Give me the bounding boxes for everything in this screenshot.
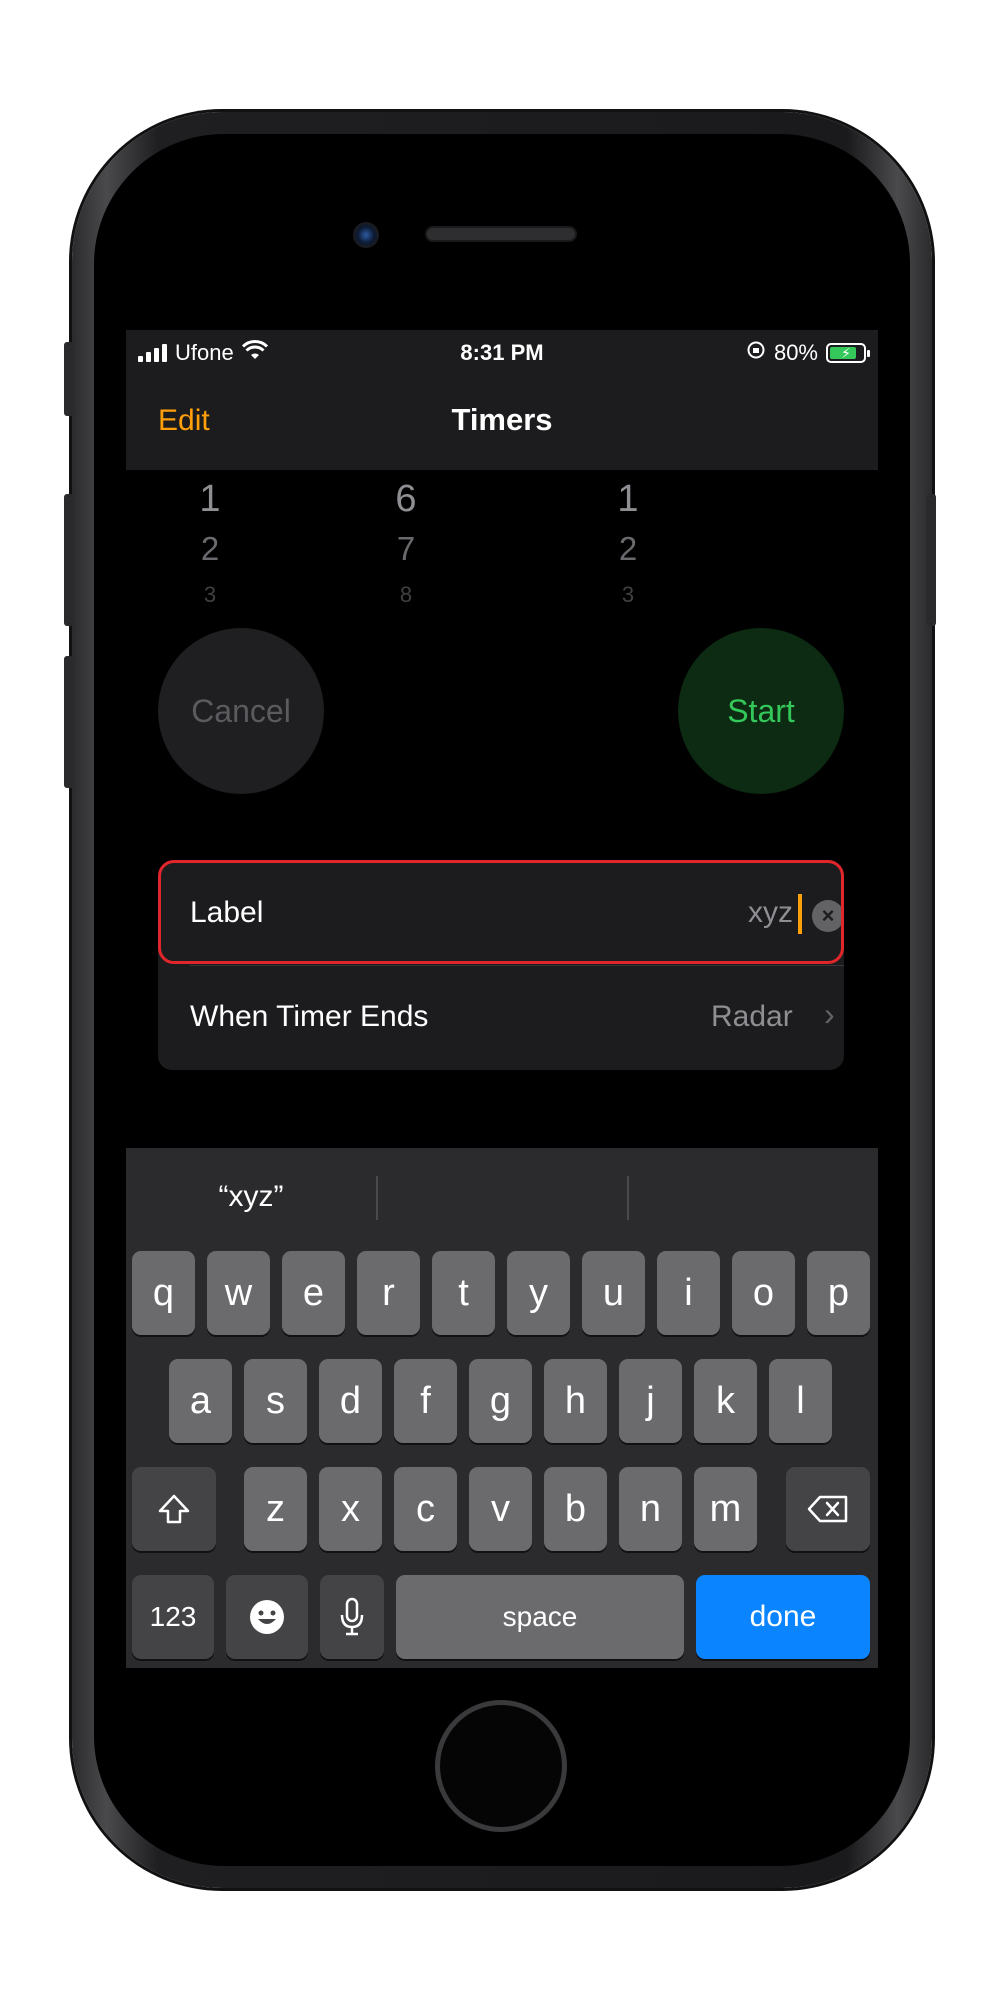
minutes-wheel[interactable]: 6 7 8 [376,478,436,606]
picker-value: 7 [396,530,416,567]
label-input-value[interactable]: xyz [748,896,793,930]
key-k[interactable]: k [694,1359,757,1443]
cancel-button[interactable]: Cancel [158,628,324,794]
key-g[interactable]: g [469,1359,532,1443]
suggestion-3[interactable] [628,1148,878,1246]
timer-end-sound-value: Radar [711,1000,793,1033]
picker-value: 3 [621,582,635,606]
status-bar: Ufone 8:31 PM 80% ⚡ [126,330,878,378]
key-o[interactable]: o [732,1251,795,1335]
home-button[interactable] [435,1700,567,1832]
key-c[interactable]: c [394,1467,457,1551]
key-e[interactable]: e [282,1251,345,1335]
key-l[interactable]: l [769,1359,832,1443]
suggestion-2[interactable] [377,1148,627,1246]
space-key[interactable]: space [396,1575,684,1659]
key-u[interactable]: u [582,1251,645,1335]
key-b[interactable]: b [544,1467,607,1551]
picker-value: 8 [399,582,413,606]
clear-text-icon[interactable]: × [812,900,844,932]
seconds-wheel[interactable]: 1 2 3 [598,478,658,606]
key-f[interactable]: f [394,1359,457,1443]
battery-charging-icon: ⚡ [826,343,870,363]
page-title: Timers [451,402,553,437]
key-z[interactable]: z [244,1467,307,1551]
key-m[interactable]: m [694,1467,757,1551]
label-row[interactable]: Label xyz × [158,862,844,966]
picker-value: 1 [199,478,221,520]
volume-down-button [64,656,74,788]
key-r[interactable]: r [357,1251,420,1335]
picker-value: 3 [203,582,217,606]
power-button [926,494,936,626]
picker-value: 6 [395,478,417,520]
suggestion-1[interactable]: “xyz” [126,1148,376,1246]
key-j[interactable]: j [619,1359,682,1443]
picker-value: 2 [618,530,638,567]
key-v[interactable]: v [469,1467,532,1551]
key-d[interactable]: d [319,1359,382,1443]
keyboard: “xyz” q w e r t y u i o p a s d f g h j … [126,1148,878,1668]
delete-key[interactable] [786,1467,870,1551]
key-s[interactable]: s [244,1359,307,1443]
emoji-key[interactable] [226,1575,308,1659]
key-w[interactable]: w [207,1251,270,1335]
key-x[interactable]: x [319,1467,382,1551]
battery-percent: 80% [773,340,818,365]
chevron-right-icon: › [824,996,835,1032]
emoji-icon [250,1600,284,1634]
label-row-title: Label [190,896,264,929]
text-cursor [798,894,802,934]
status-right: 80% ⚡ [746,340,870,366]
earpiece-speaker [425,226,577,242]
when-timer-ends-row[interactable]: When Timer Ends Radar › [158,966,844,1070]
orientation-lock-icon [746,340,766,366]
backspace-icon [807,1495,848,1523]
dictation-key[interactable] [320,1575,384,1659]
key-i[interactable]: i [657,1251,720,1335]
key-p[interactable]: p [807,1251,870,1335]
numbers-key[interactable]: 123 [132,1575,214,1659]
picker-value: 1 [617,478,639,520]
charging-bolt-icon: ⚡ [841,345,851,361]
timer-picker[interactable]: 1 2 3 6 7 8 1 2 3 [126,470,878,620]
start-button[interactable]: Start [678,628,844,794]
when-timer-ends-title: When Timer Ends [190,1000,429,1033]
hours-wheel[interactable]: 1 2 3 [180,478,240,606]
microphone-icon [340,1597,364,1636]
navigation-bar: Edit Timers [126,378,878,470]
key-q[interactable]: q [132,1251,195,1335]
front-camera [353,222,379,248]
mute-switch [64,342,74,416]
done-key[interactable]: done [696,1575,870,1659]
key-n[interactable]: n [619,1467,682,1551]
key-y[interactable]: y [507,1251,570,1335]
key-a[interactable]: a [169,1359,232,1443]
shift-key[interactable] [132,1467,216,1551]
phone-screen: Ufone 8:31 PM 80% ⚡ Edit Timers 1 2 3 6 … [126,330,878,1668]
key-t[interactable]: t [432,1251,495,1335]
key-h[interactable]: h [544,1359,607,1443]
timer-settings-group: Label xyz × When Timer Ends Radar › [158,862,844,1070]
volume-up-button [64,494,74,626]
picker-value: 2 [200,530,220,567]
shift-icon [158,1494,190,1524]
